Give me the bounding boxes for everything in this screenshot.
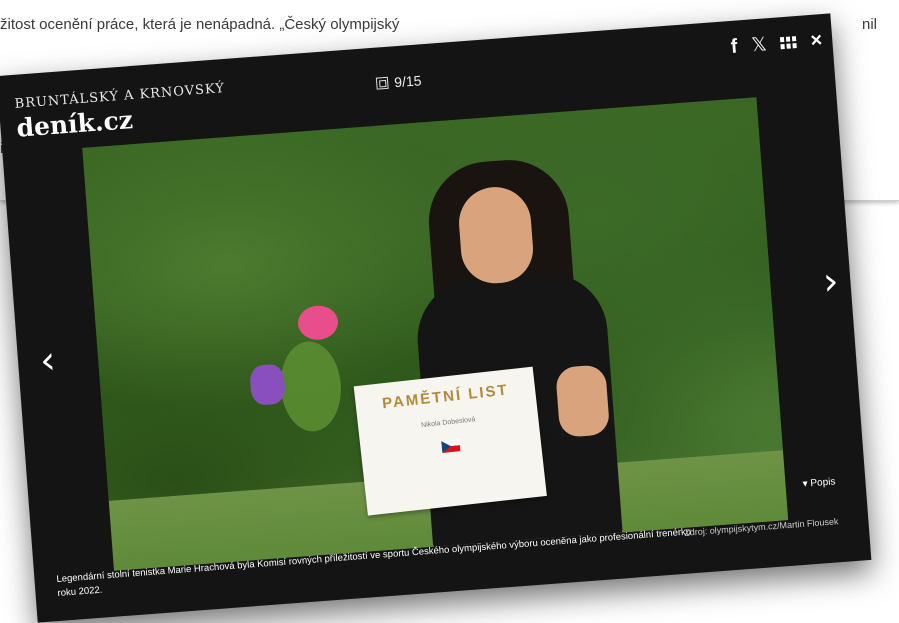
lightbox-toolbar: f 𝕏 ×: [730, 29, 823, 58]
bouquet-leaves: [277, 339, 345, 434]
facebook-share-icon[interactable]: f: [730, 36, 738, 58]
gallery-photo: PAMĚTNÍ LIST Nikola Dobeslová: [82, 97, 789, 571]
description-toggle-button[interactable]: ▾ Popis: [802, 476, 836, 489]
next-photo-chevron-right-icon[interactable]: ›: [822, 259, 840, 304]
close-icon[interactable]: ×: [810, 29, 823, 52]
photo-certificate: PAMĚTNÍ LIST Nikola Dobeslová: [353, 366, 547, 516]
photo-gallery-lightbox: BRUNTÁLSKÝ A KRNOVSKÝ deník.cz 9/15 f 𝕏 …: [0, 13, 872, 623]
certificate-title: PAMĚTNÍ LIST: [381, 381, 510, 413]
bouquet-lilac: [249, 363, 286, 406]
bouquet-peony: [296, 304, 340, 342]
photo-bouquet: [245, 297, 375, 446]
photo-counter-text: 9/15: [393, 72, 422, 91]
photo-person-hand-right: [555, 364, 611, 438]
previous-photo-chevron-left-icon[interactable]: ‹: [38, 338, 56, 383]
article-line-1-right: nil: [861, 16, 877, 33]
site-logo[interactable]: BRUNTÁLSKÝ A KRNOVSKÝ deník.cz: [14, 81, 228, 143]
photo-counter: 9/15: [375, 72, 422, 91]
gallery-icon: [375, 76, 389, 90]
grid-view-icon[interactable]: [780, 36, 798, 50]
x-share-icon[interactable]: 𝕏: [751, 34, 768, 56]
article-line-1: žitost ocenění práce, která je nenápadná…: [0, 16, 400, 33]
czech-flag-icon: [441, 439, 461, 454]
certificate-name: Nikola Dobeslová: [420, 416, 476, 430]
